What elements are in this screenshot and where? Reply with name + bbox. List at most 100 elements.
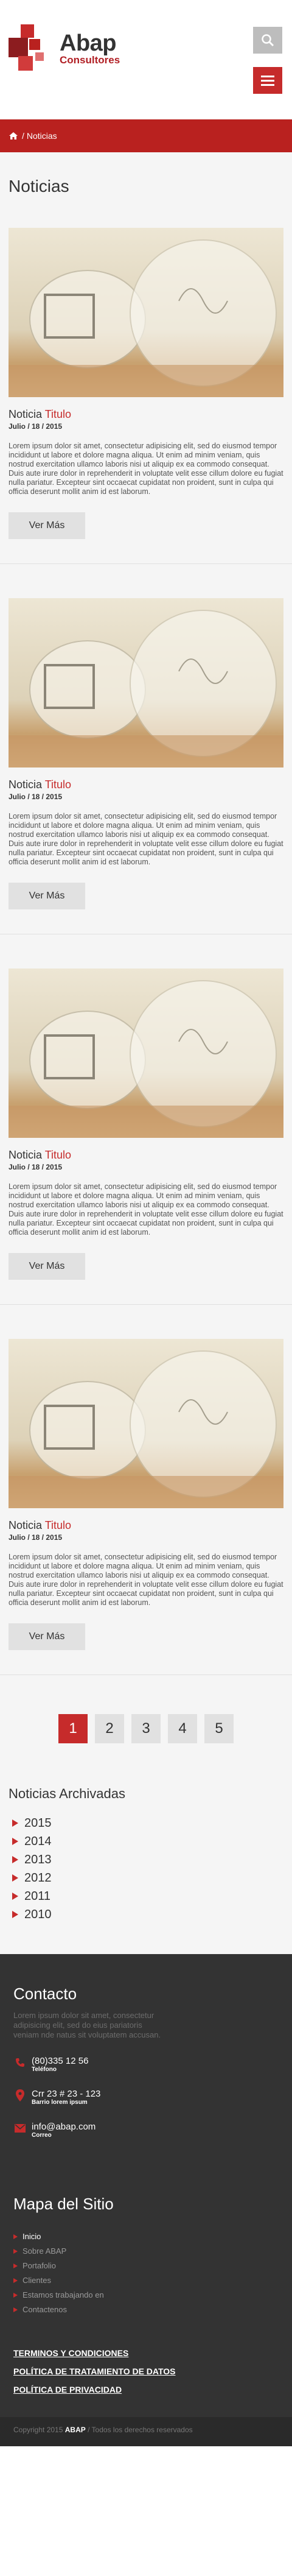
triangle-right-icon bbox=[12, 1874, 18, 1882]
brand-subtitle: Consultores bbox=[60, 54, 120, 66]
post-image[interactable] bbox=[9, 969, 283, 1138]
post-excerpt: Lorem ipsum dolor sit amet, consectetur … bbox=[9, 442, 283, 496]
sitemap-item[interactable]: Inicio bbox=[13, 2229, 279, 2244]
archive-year-label: 2014 bbox=[24, 1835, 52, 1848]
breadcrumb-current: Noticias bbox=[26, 131, 57, 141]
post-title[interactable]: Noticia Titulo bbox=[9, 1519, 283, 1532]
copyright-bar: Copyright 2015 ABAP / Todos los derechos… bbox=[0, 2417, 292, 2446]
legal-link[interactable]: POLÍTICA DE TRATAMIENTO DE DATOS bbox=[13, 2362, 279, 2380]
phone-value[interactable]: (80)335 12 56 bbox=[32, 2056, 88, 2066]
page-button-2[interactable]: 2 bbox=[95, 1714, 124, 1743]
post-title-main: Noticia bbox=[9, 408, 43, 420]
site-header: Abap Consultores bbox=[0, 0, 292, 94]
legal-link[interactable]: TERMINOS Y CONDICIONES bbox=[13, 2344, 279, 2362]
sitemap-item[interactable]: Clientes bbox=[13, 2273, 279, 2288]
archive-year-2015[interactable]: 2015 bbox=[9, 1814, 283, 1832]
post-title[interactable]: Noticia Titulo bbox=[9, 1149, 283, 1162]
phone-label: Teléfono bbox=[32, 2066, 57, 2073]
post-image[interactable] bbox=[9, 598, 283, 768]
triangle-right-icon bbox=[12, 1911, 18, 1918]
post-title[interactable]: Noticia Titulo bbox=[9, 778, 283, 791]
legal-link[interactable]: POLÍTICA DE PRIVACIDAD bbox=[13, 2380, 279, 2399]
post-title-main: Noticia bbox=[9, 1519, 43, 1531]
post-excerpt: Lorem ipsum dolor sit amet, consectetur … bbox=[9, 812, 283, 866]
post-image[interactable] bbox=[9, 228, 283, 397]
post-date: Julio / 18 / 2015 bbox=[9, 792, 63, 801]
copyright-brand: ABAP bbox=[64, 2426, 86, 2434]
bullet-icon bbox=[13, 2293, 18, 2298]
triangle-right-icon bbox=[12, 1893, 18, 1900]
contact-description: Lorem ipsum dolor sit amet, consectetur … bbox=[13, 2011, 161, 2039]
page-button-1[interactable]: 1 bbox=[58, 1714, 88, 1743]
legal-links: TERMINOS Y CONDICIONES POLÍTICA DE TRATAM… bbox=[13, 2344, 279, 2399]
contact-title: Contacto bbox=[13, 1985, 77, 2003]
search-icon bbox=[262, 34, 274, 47]
post-excerpt: Lorem ipsum dolor sit amet, consectetur … bbox=[9, 1182, 283, 1237]
archive-year-label: 2013 bbox=[24, 1853, 52, 1866]
archive-year-2010[interactable]: 2010 bbox=[9, 1905, 283, 1924]
brand-title: Abap bbox=[60, 30, 117, 56]
home-icon[interactable] bbox=[9, 132, 18, 140]
post-title-main: Noticia bbox=[9, 1149, 43, 1161]
archive-year-2013[interactable]: 2013 bbox=[9, 1851, 283, 1869]
sitemap-title: Mapa del Sitio bbox=[13, 2195, 114, 2213]
news-post: Noticia Titulo Julio / 18 / 2015 Lorem i… bbox=[0, 1339, 292, 1675]
page-button-3[interactable]: 3 bbox=[131, 1714, 161, 1743]
archive-year-2012[interactable]: 2012 bbox=[9, 1869, 283, 1887]
sitemap-item[interactable]: Estamos trabajando en bbox=[13, 2288, 279, 2303]
post-title-accent: Titulo bbox=[44, 408, 72, 420]
triangle-right-icon bbox=[12, 1838, 18, 1845]
post-title[interactable]: Noticia Titulo bbox=[9, 408, 283, 421]
sitemap: Mapa del Sitio Inicio Sobre ABAP Portafoli… bbox=[13, 2195, 279, 2317]
post-date: Julio / 18 / 2015 bbox=[9, 1163, 63, 1171]
menu-button[interactable] bbox=[253, 67, 282, 94]
sitemap-item-label: Sobre ABAP bbox=[23, 2246, 67, 2256]
archive-year-2011[interactable]: 2011 bbox=[9, 1887, 283, 1905]
sitemap-list: Inicio Sobre ABAP Portafolio Clientes Estamo… bbox=[13, 2229, 279, 2317]
email-value[interactable]: info@abap.com bbox=[32, 2122, 96, 2132]
sitemap-item[interactable]: Portafolio bbox=[13, 2259, 279, 2273]
breadcrumb: / Noticias bbox=[0, 119, 292, 152]
sitemap-item-label: Clientes bbox=[23, 2276, 51, 2285]
read-more-button[interactable]: Ver Más bbox=[9, 1623, 85, 1650]
copyright-prefix: Copyright 2015 bbox=[13, 2426, 63, 2434]
sitemap-item[interactable]: Sobre ABAP bbox=[13, 2244, 279, 2259]
address-value: Crr 23 # 23 - 123 bbox=[32, 2089, 101, 2099]
contact-email: info@abap.com Correo bbox=[13, 2122, 279, 2139]
sitemap-item-label: Contactenos bbox=[23, 2305, 67, 2314]
email-label: Correo bbox=[32, 2132, 52, 2139]
contact-phone: (80)335 12 56 Teléfono bbox=[13, 2056, 279, 2073]
post-excerpt: Lorem ipsum dolor sit amet, consectetur … bbox=[9, 1553, 283, 1607]
bullet-icon bbox=[13, 2249, 18, 2254]
triangle-right-icon bbox=[12, 1856, 18, 1863]
archive-year-2014[interactable]: 2014 bbox=[9, 1832, 283, 1851]
sitemap-item-label: Portafolio bbox=[23, 2261, 56, 2270]
bullet-icon bbox=[13, 2278, 18, 2283]
news-post: Noticia Titulo Julio / 18 / 2015 Lorem i… bbox=[0, 969, 292, 1305]
archive-year-label: 2011 bbox=[24, 1890, 51, 1903]
news-post: Noticia Titulo Julio / 18 / 2015 Lorem i… bbox=[0, 228, 292, 564]
sitemap-item-label: Inicio bbox=[23, 2232, 41, 2241]
archives-title: Noticias Archivadas bbox=[9, 1786, 125, 1801]
posts-list: Noticia Titulo Julio / 18 / 2015 Lorem i… bbox=[0, 228, 292, 1675]
search-button[interactable] bbox=[253, 27, 282, 54]
pagination: 12345 bbox=[9, 1709, 283, 1786]
post-title-accent: Titulo bbox=[44, 778, 72, 791]
page-button-4[interactable]: 4 bbox=[168, 1714, 197, 1743]
post-image[interactable] bbox=[9, 1339, 283, 1508]
sitemap-item[interactable]: Contactenos bbox=[13, 2303, 279, 2317]
bullet-icon bbox=[13, 2307, 18, 2312]
archive-year-label: 2010 bbox=[24, 1908, 52, 1921]
archive-list: 2015 2014 2013 2012 2011 2010 bbox=[9, 1814, 283, 1924]
breadcrumb-separator: / bbox=[22, 131, 24, 141]
read-more-button[interactable]: Ver Más bbox=[9, 512, 85, 539]
phone-icon bbox=[13, 2056, 27, 2069]
read-more-button[interactable]: Ver Más bbox=[9, 1253, 85, 1280]
logo[interactable]: Abap Consultores bbox=[9, 24, 120, 74]
triangle-right-icon bbox=[12, 1819, 18, 1827]
page-button-5[interactable]: 5 bbox=[204, 1714, 234, 1743]
read-more-button[interactable]: Ver Más bbox=[9, 883, 85, 909]
news-post: Noticia Titulo Julio / 18 / 2015 Lorem i… bbox=[0, 598, 292, 934]
mail-icon bbox=[13, 2122, 27, 2135]
post-date: Julio / 18 / 2015 bbox=[9, 1533, 63, 1542]
